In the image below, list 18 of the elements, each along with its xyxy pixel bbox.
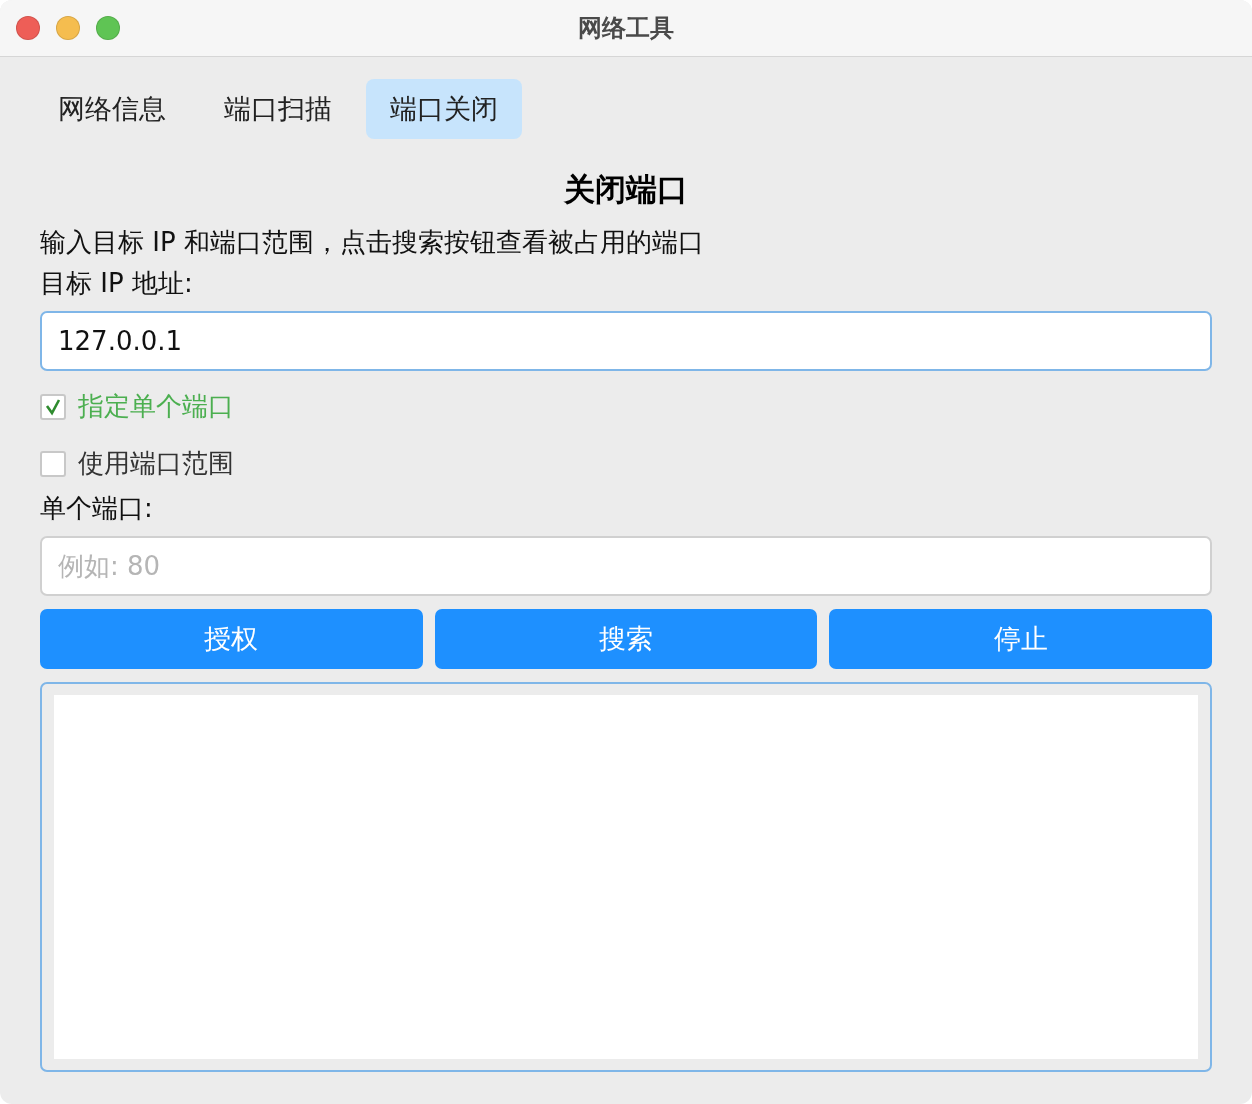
checkbox[interactable] [40, 393, 66, 420]
tab[interactable]: 端口关闭 [366, 79, 522, 139]
check-icon [44, 397, 62, 416]
checkbox[interactable] [40, 450, 66, 477]
close-button[interactable] [16, 16, 40, 40]
section-heading: 关闭端口 [564, 170, 688, 209]
window-title: 网络工具 [578, 13, 674, 44]
minimize-button[interactable] [56, 16, 80, 40]
tab[interactable]: 端口扫描 [200, 79, 356, 139]
checkbox-label: 使用端口范围 [78, 447, 234, 480]
field-label: 目标 IP 地址: [40, 267, 193, 300]
field-label: 单个端口: [40, 492, 153, 525]
description-text: 输入目标 IP 和端口范围，点击搜索按钮查看被占用的端口 [40, 226, 704, 259]
tab[interactable]: 网络信息 [34, 79, 190, 139]
port-input-field[interactable]: 例如: 80 [40, 536, 1212, 596]
checkbox-label: 指定单个端口 [78, 390, 234, 423]
ip-input-field[interactable]: 127.0.0.1 [40, 311, 1212, 371]
zoom-button[interactable] [96, 16, 120, 40]
